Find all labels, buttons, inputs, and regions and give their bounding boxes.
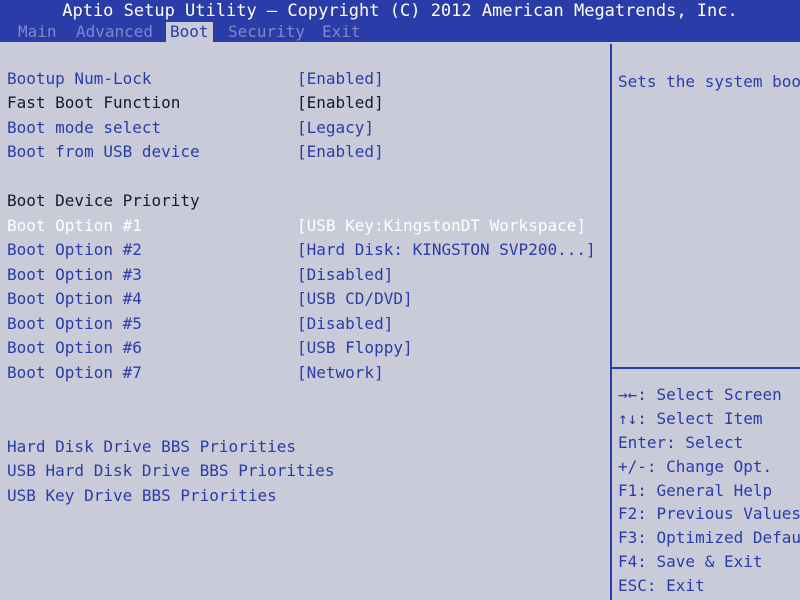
setting-value: [Enabled] bbox=[297, 69, 384, 88]
key-hint-save-exit: F4: Save & Exit bbox=[618, 552, 763, 571]
submenu-hdd-bbs-priorities[interactable]: Hard Disk Drive BBS Priorities bbox=[7, 436, 296, 458]
boot-option-label: Boot Option #6 bbox=[7, 338, 142, 357]
tab-boot[interactable]: Boot bbox=[166, 22, 213, 42]
tab-advanced[interactable]: Advanced bbox=[72, 22, 157, 42]
boot-option-label: Boot Option #4 bbox=[7, 289, 142, 308]
settings-panel: Bootup Num-Lock [Enabled] Fast Boot Func… bbox=[0, 44, 612, 600]
setting-label: Bootup Num-Lock bbox=[7, 69, 152, 88]
key-hint-select-item: ↑↓: Select Item bbox=[618, 409, 763, 428]
submenu-usb-key-bbs-priorities[interactable]: USB Key Drive BBS Priorities bbox=[7, 485, 277, 507]
key-hint-previous-values: F2: Previous Values bbox=[618, 504, 800, 523]
boot-option-label: Boot Option #3 bbox=[7, 265, 142, 284]
setting-label: Boot mode select bbox=[7, 118, 162, 137]
boot-option-label: Boot Option #7 bbox=[7, 363, 142, 382]
help-panel: Sets the system boot →←: Select Screen ↑… bbox=[612, 44, 800, 600]
boot-option-value: [Disabled] bbox=[297, 314, 394, 333]
boot-option-label: Boot Option #5 bbox=[7, 314, 142, 333]
key-hint-general-help: F1: General Help bbox=[618, 481, 773, 500]
key-hint-select-screen: →←: Select Screen bbox=[618, 385, 782, 404]
key-hint-change-opt: +/-: Change Opt. bbox=[618, 457, 773, 476]
setting-value: [Legacy] bbox=[297, 118, 375, 137]
setting-label: Fast Boot Function bbox=[7, 93, 181, 112]
submenu-usb-hdd-bbs-priorities[interactable]: USB Hard Disk Drive BBS Priorities bbox=[7, 460, 335, 482]
tab-security[interactable]: Security bbox=[224, 22, 309, 42]
boot-option-value: [Disabled] bbox=[297, 265, 394, 284]
tab-bar: Main Advanced Boot Security Exit bbox=[0, 22, 800, 42]
boot-option-label: Boot Option #2 bbox=[7, 240, 142, 259]
tab-main[interactable]: Main bbox=[14, 22, 61, 42]
boot-option-value: [USB Key:KingstonDT Workspace] bbox=[297, 216, 586, 235]
help-divider bbox=[612, 367, 800, 369]
boot-option-value: [USB CD/DVD] bbox=[297, 289, 413, 308]
boot-priority-heading: Boot Device Priority bbox=[7, 191, 200, 210]
window-title: Aptio Setup Utility – Copyright (C) 2012… bbox=[0, 0, 800, 22]
setting-value: [Enabled] bbox=[297, 93, 384, 112]
boot-option-value: [Network] bbox=[297, 363, 384, 382]
key-hint-enter: Enter: Select bbox=[618, 433, 744, 452]
boot-option-label: Boot Option #1 bbox=[7, 216, 142, 235]
tab-exit[interactable]: Exit bbox=[318, 22, 365, 42]
setting-value: [Enabled] bbox=[297, 142, 384, 161]
key-hint-optimized-defaults: F3: Optimized Defaul bbox=[618, 528, 800, 547]
boot-option-value: [USB Floppy] bbox=[297, 338, 413, 357]
help-description: Sets the system boot bbox=[618, 72, 800, 91]
key-hint-esc-exit: ESC: Exit bbox=[618, 576, 705, 595]
boot-option-value: [Hard Disk: KINGSTON SVP200...] bbox=[297, 240, 596, 259]
setting-label: Boot from USB device bbox=[7, 142, 200, 161]
